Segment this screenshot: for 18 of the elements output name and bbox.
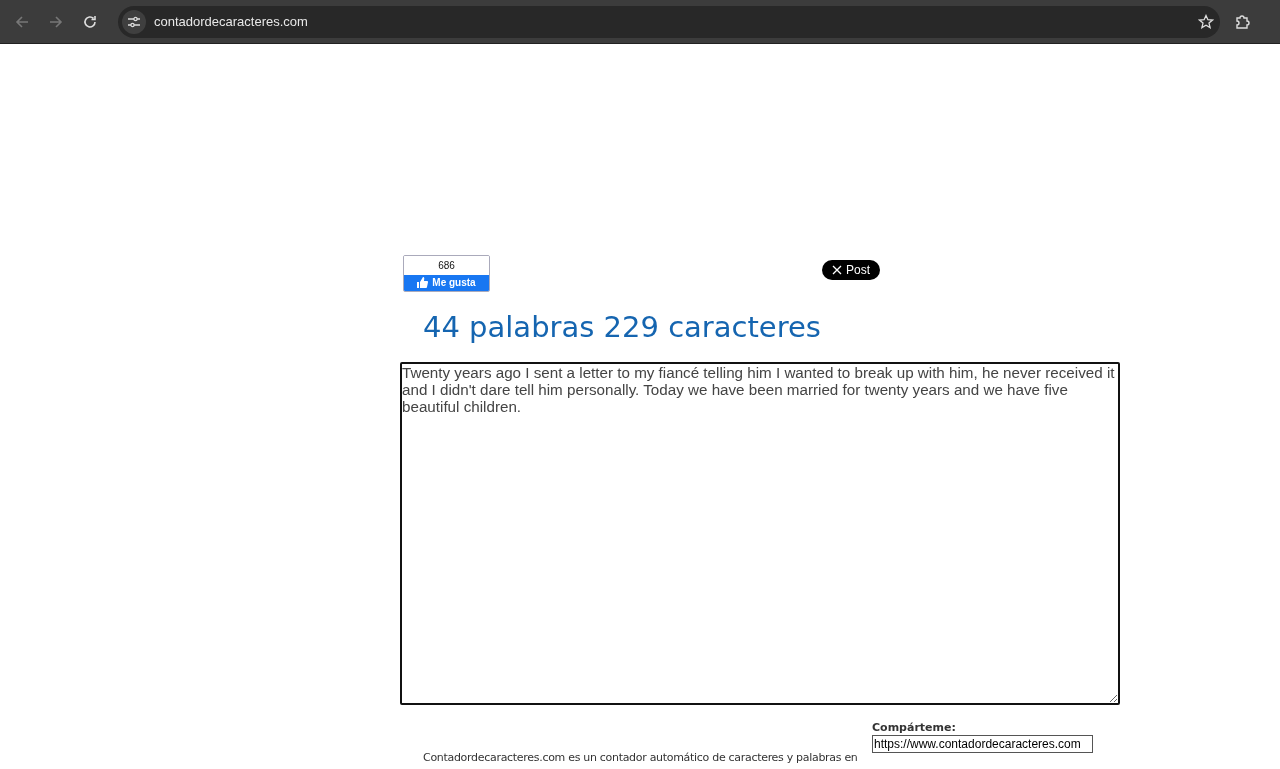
site-description: Contadordecaracteres.com es un contador automático de caracteres y palabras en [423, 751, 859, 764]
post-button[interactable]: Post [822, 260, 880, 280]
url-text: contadordecaracteres.com [154, 14, 309, 29]
like-label: Me gusta [432, 277, 476, 288]
extensions-puzzle-icon[interactable] [1234, 12, 1252, 31]
thumbs-up-icon [417, 277, 429, 288]
text-input-area[interactable]: Twenty years ago I sent a letter to my fiancé telling him I wanted to break up with him, he never received it and I didn't dare tell him personally. Today we have been married for twenty years and we have five beautiful children. [400, 362, 1120, 705]
share-label: Compárteme: [872, 721, 957, 734]
reload-icon [83, 14, 97, 29]
word-character-count: 44 palabras 229 caracteres [423, 309, 822, 346]
x-logo-icon [832, 265, 842, 275]
address-bar[interactable]: contadordecaracteres.com [118, 5, 1220, 38]
site-settings-icon[interactable] [127, 15, 141, 28]
like-widget[interactable]: 686 Me gusta [403, 254, 490, 292]
back-arrow-icon [15, 14, 29, 29]
forward-arrow-icon [49, 14, 63, 29]
share-url-field[interactable]: https://www.contadordecaracteres.com [872, 735, 1093, 753]
bookmark-star-icon[interactable] [1198, 13, 1214, 30]
